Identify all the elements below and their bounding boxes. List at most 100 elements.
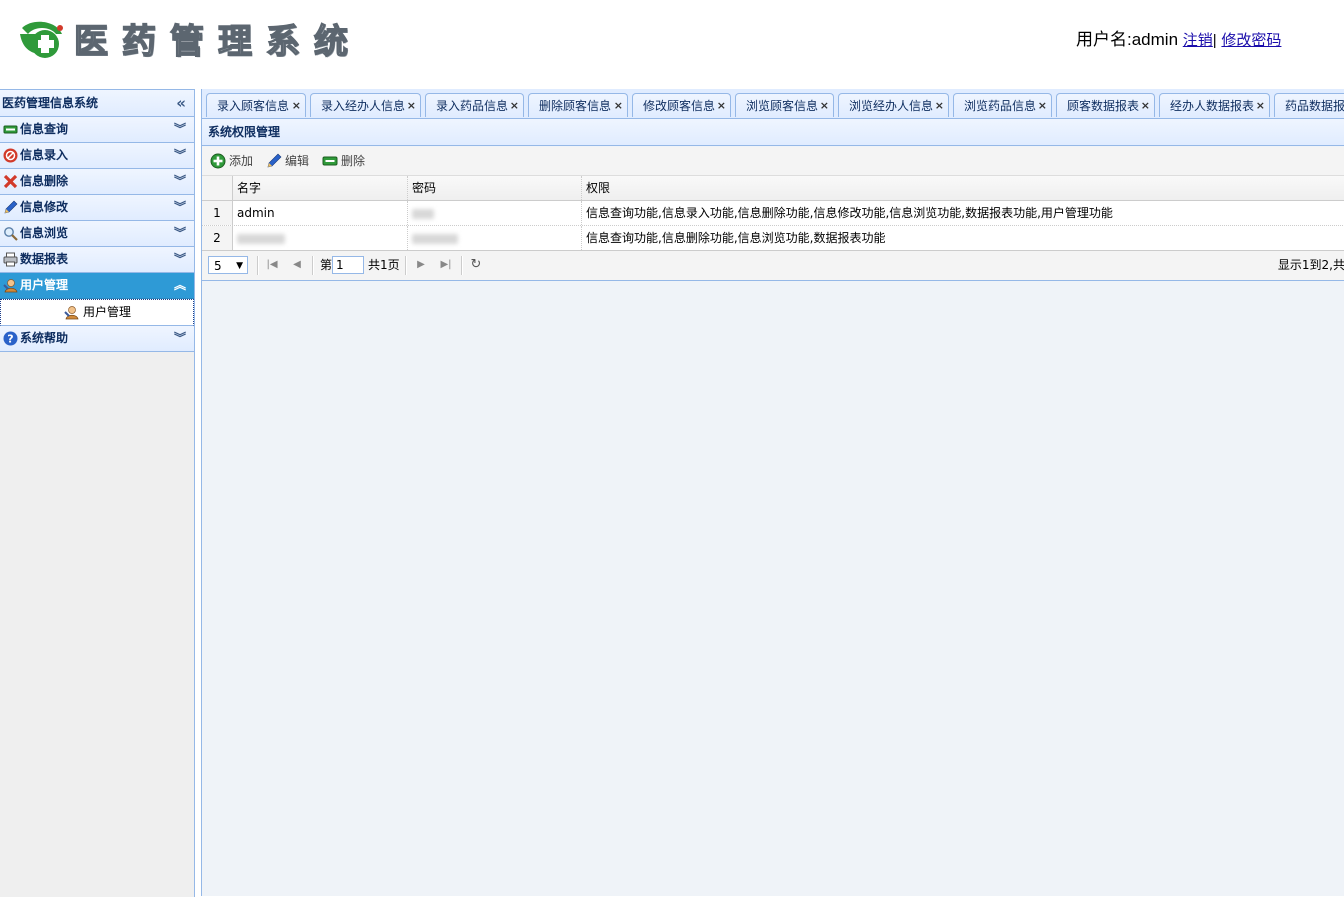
tab-drug-report[interactable]: 药品数据报 bbox=[1274, 93, 1344, 117]
row-number: 2 bbox=[202, 226, 233, 250]
blurred-password bbox=[412, 233, 458, 244]
collapse-left-icon[interactable]: « bbox=[176, 90, 186, 116]
sidebar-item-label: 用户管理 bbox=[20, 278, 69, 292]
grid-header: 名字 密码 权限 bbox=[202, 176, 1344, 201]
help-icon: ? bbox=[3, 331, 18, 346]
pager-separator bbox=[257, 256, 259, 275]
page-size-select[interactable]: 5 ▼ bbox=[208, 256, 248, 274]
cell-password bbox=[408, 201, 582, 225]
chevron-down-icon: ︾ bbox=[173, 148, 186, 162]
tab-browse-drug[interactable]: 浏览药品信息 × bbox=[953, 93, 1052, 117]
close-icon[interactable]: × bbox=[820, 94, 829, 118]
logout-link[interactable]: 注销 bbox=[1183, 32, 1213, 49]
query-icon bbox=[3, 125, 18, 134]
prev-page-icon[interactable]: ◀ bbox=[289, 257, 305, 273]
chevron-down-icon: ︾ bbox=[173, 122, 186, 136]
sidebar-subitem-user-manage[interactable]: 用户管理 bbox=[0, 299, 194, 326]
tab-label: 录入顾客信息 bbox=[217, 99, 290, 113]
edit-button[interactable]: 编辑 bbox=[266, 147, 316, 175]
tab-label: 浏览顾客信息 bbox=[746, 99, 819, 113]
tab-entry-customer[interactable]: 录入顾客信息 × bbox=[206, 93, 306, 117]
blurred-password bbox=[412, 208, 434, 219]
tab-label: 浏览药品信息 bbox=[964, 99, 1037, 113]
close-icon[interactable]: × bbox=[407, 94, 416, 118]
sidebar-item-report[interactable]: 数据报表 ︾ bbox=[0, 247, 194, 273]
svg-text:?: ? bbox=[7, 333, 13, 346]
sidebar-item-help[interactable]: ? 系统帮助 ︾ bbox=[0, 326, 194, 352]
user-manage-icon bbox=[64, 306, 79, 320]
sidebar-item-entry[interactable]: 信息录入 ︾ bbox=[0, 143, 194, 169]
tab-browse-agent[interactable]: 浏览经办人信息 × bbox=[838, 93, 949, 117]
page-number-input[interactable] bbox=[332, 256, 364, 274]
chevron-down-icon: ︾ bbox=[173, 174, 186, 188]
close-icon[interactable]: × bbox=[1038, 94, 1047, 118]
refresh-icon[interactable]: ↻ bbox=[468, 257, 484, 273]
pager-separator bbox=[405, 256, 407, 275]
close-icon[interactable]: × bbox=[292, 94, 301, 118]
sidebar-item-edit[interactable]: 信息修改 ︾ bbox=[0, 195, 194, 221]
tab-entry-drug[interactable]: 录入药品信息 × bbox=[425, 93, 524, 117]
pagination-bar: 5▼ |◀ ◀ 第 共1页 ▶ ▶| ↻ 显示1到2,共 bbox=[202, 250, 1344, 281]
sidebar-item-label: 系统帮助 bbox=[20, 331, 69, 345]
chevron-up-icon: ︽ bbox=[173, 278, 186, 292]
chevron-down-icon: ︾ bbox=[173, 331, 186, 345]
tab-browse-customer[interactable]: 浏览顾客信息 × bbox=[735, 93, 834, 117]
sidebar-item-query[interactable]: 信息查询 ︾ bbox=[0, 117, 194, 143]
table-row[interactable]: 2 信息查询功能,信息删除功能,信息浏览功能,数据报表功能 bbox=[202, 226, 1344, 251]
main-area: 录入顾客信息 × 录入经办人信息 × 录入药品信息 × 删除顾客信息 × 修改顾客信息 ×… bbox=[201, 89, 1344, 896]
chevron-down-icon: ︾ bbox=[173, 200, 186, 214]
column-header-name[interactable]: 名字 bbox=[233, 176, 408, 200]
tab-label: 删除顾客信息 bbox=[539, 99, 612, 113]
pager-separator bbox=[312, 256, 314, 275]
pager-info: 显示1到2,共 bbox=[1277, 258, 1344, 272]
close-icon[interactable]: × bbox=[1256, 94, 1265, 118]
sidebar-title-text: 医药管理信息系统 bbox=[2, 96, 99, 110]
sidebar: 医药管理信息系统 « 信息查询 ︾ 信息录入 ︾ 信息删除 ︾ 信息修改 ︾ 信… bbox=[0, 89, 195, 897]
edit-icon bbox=[267, 153, 282, 168]
report-icon bbox=[3, 252, 18, 267]
user-info: 用户名:admin 注销| 修改密码 bbox=[1076, 28, 1281, 53]
change-password-link[interactable]: 修改密码 bbox=[1221, 32, 1281, 49]
close-icon[interactable]: × bbox=[510, 94, 519, 118]
tab-entry-agent[interactable]: 录入经办人信息 × bbox=[310, 93, 421, 117]
sidebar-item-delete[interactable]: 信息删除 ︾ bbox=[0, 169, 194, 195]
toolbar: 添加 编辑 删除 bbox=[202, 147, 1344, 176]
last-page-icon[interactable]: ▶| bbox=[438, 257, 454, 273]
page-prefix: 第 bbox=[320, 258, 333, 272]
tab-delete-customer[interactable]: 删除顾客信息 × bbox=[528, 93, 628, 117]
sidebar-item-label: 信息修改 bbox=[20, 200, 69, 214]
close-icon[interactable]: × bbox=[717, 94, 726, 118]
sidebar-item-label: 信息浏览 bbox=[20, 226, 69, 240]
row-number-header bbox=[202, 176, 233, 200]
table-row[interactable]: 1 admin 信息查询功能,信息录入功能,信息删除功能,信息修改功能,信息浏览… bbox=[202, 201, 1344, 226]
tab-label: 经办人数据报表 bbox=[1170, 99, 1255, 113]
sidebar-item-browse[interactable]: 信息浏览 ︾ bbox=[0, 221, 194, 247]
delete-button[interactable]: 删除 bbox=[322, 147, 372, 175]
delete-button-label: 删除 bbox=[341, 154, 366, 168]
panel-title: 系统权限管理 bbox=[202, 119, 1344, 146]
column-header-password[interactable]: 密码 bbox=[408, 176, 582, 200]
first-page-icon[interactable]: |◀ bbox=[264, 257, 280, 273]
data-grid: 名字 密码 权限 1 admin 信息查询功能,信息录入功能,信息删除功能,信息… bbox=[202, 176, 1344, 251]
tab-label: 药品数据报 bbox=[1285, 99, 1344, 113]
chevron-down-icon: ︾ bbox=[173, 226, 186, 240]
tab-customer-report[interactable]: 顾客数据报表 × bbox=[1056, 93, 1155, 117]
username-label: 用户名:admin bbox=[1076, 30, 1179, 49]
sidebar-item-user-manage[interactable]: 用户管理 ︽ bbox=[0, 273, 194, 299]
logo-icon bbox=[20, 21, 63, 58]
entry-icon bbox=[3, 148, 18, 163]
close-icon[interactable]: × bbox=[935, 94, 944, 118]
tab-label: 录入药品信息 bbox=[436, 99, 509, 113]
tab-edit-customer[interactable]: 修改顾客信息 × bbox=[632, 93, 731, 117]
close-icon[interactable]: × bbox=[614, 94, 623, 118]
close-icon[interactable]: × bbox=[1141, 94, 1150, 118]
tab-agent-report[interactable]: 经办人数据报表 × bbox=[1159, 93, 1270, 117]
add-button[interactable]: 添加 bbox=[210, 147, 260, 175]
sidebar-subitem-label: 用户管理 bbox=[83, 305, 132, 319]
next-page-icon[interactable]: ▶ bbox=[413, 257, 429, 273]
remove-icon bbox=[322, 156, 338, 166]
sidebar-item-label: 信息删除 bbox=[20, 174, 69, 188]
cell-password bbox=[408, 226, 582, 250]
edit-button-label: 编辑 bbox=[285, 154, 310, 168]
column-header-permissions[interactable]: 权限 bbox=[582, 176, 1344, 200]
